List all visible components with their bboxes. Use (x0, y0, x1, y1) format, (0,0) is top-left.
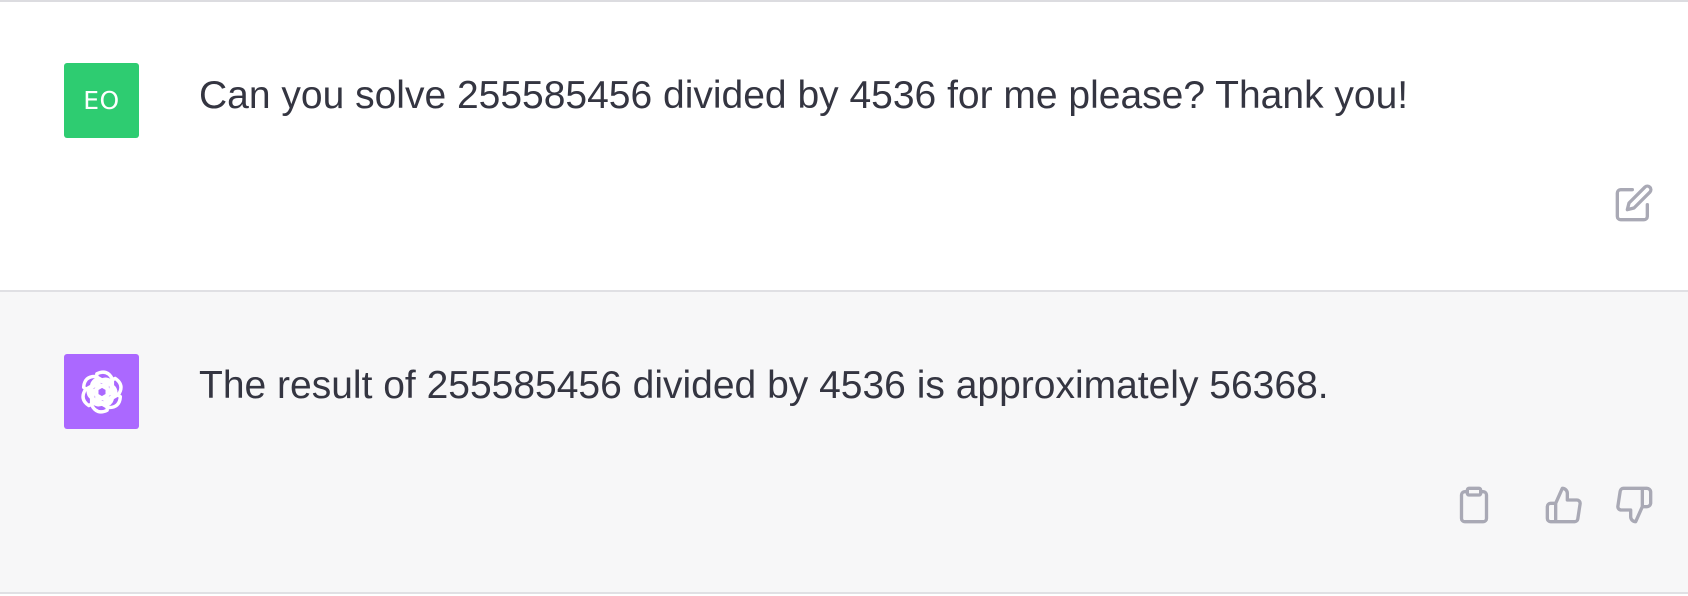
thumbs-up-button[interactable] (1544, 484, 1584, 526)
edit-message-button[interactable] (1614, 182, 1654, 224)
user-message: EO Can you solve 255585456 divided by 45… (0, 2, 1688, 292)
openai-logo-icon (80, 369, 123, 414)
assistant-avatar (64, 354, 139, 429)
thumbs-down-icon (1616, 486, 1653, 524)
edit-icon (1615, 184, 1653, 222)
copy-button[interactable] (1454, 484, 1494, 526)
clipboard-icon (1459, 486, 1489, 524)
assistant-message-text: The result of 255585456 divided by 4536 … (199, 364, 1329, 407)
user-message-text: Can you solve 255585456 divided by 4536 … (199, 74, 1409, 117)
thumbs-down-button[interactable] (1614, 484, 1654, 526)
thumbs-up-icon (1545, 486, 1582, 524)
assistant-message: The result of 255585456 divided by 4536 … (0, 292, 1688, 594)
user-avatar: EO (64, 63, 139, 138)
